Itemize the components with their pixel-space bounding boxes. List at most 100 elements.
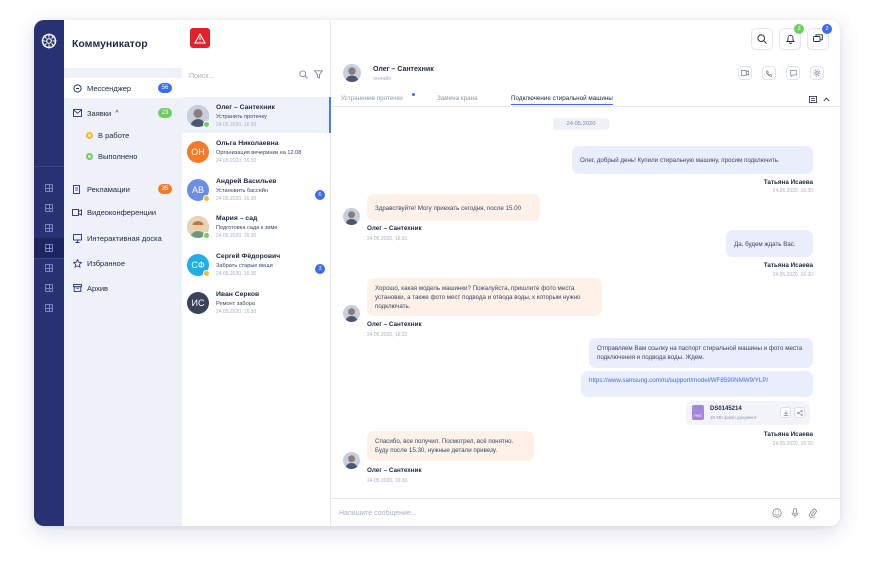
- nav-label: Избранное: [87, 258, 126, 268]
- nav-label: Видеоконференции: [87, 207, 157, 217]
- nav-subitem-in-progress[interactable]: В работе: [64, 126, 182, 144]
- message-sender: Татьяна Исаева: [763, 431, 813, 438]
- nav-item-messenger[interactable]: Мессенджер 56: [64, 78, 182, 98]
- sender-avatar: [343, 452, 360, 469]
- rail-app-7[interactable]: [34, 298, 64, 318]
- requests-count-badge: 23: [158, 108, 172, 118]
- chat-item[interactable]: Олег – Сантехник Устранить протечку 24.0…: [182, 97, 331, 133]
- nav-header: Коммуникатор: [64, 20, 182, 68]
- status-dot-icon: [86, 152, 93, 160]
- message-input[interactable]: [339, 507, 739, 520]
- grid-icon: [45, 304, 53, 312]
- message-square-icon: [789, 69, 797, 77]
- voice-call-button[interactable]: [762, 66, 776, 80]
- nav-label: Выполнено: [98, 151, 138, 161]
- messages-button[interactable]: 2: [807, 24, 832, 50]
- nav-label: Заявки: [87, 108, 112, 118]
- notifications-button[interactable]: 3: [779, 24, 804, 50]
- phone-icon: [765, 69, 772, 77]
- share-button[interactable]: [794, 407, 805, 418]
- mail-icon: [72, 108, 82, 118]
- bell-icon: [785, 34, 795, 44]
- message-sender: Олег – Сантехник: [367, 225, 422, 232]
- nav-item-complaints[interactable]: Рекламации 35: [64, 179, 182, 199]
- logo-icon[interactable]: [40, 32, 58, 50]
- message-time: 24.05.2020, 16:30: [772, 272, 813, 278]
- date-separator: 24.05.2020: [553, 118, 609, 130]
- message-link[interactable]: https://www.samsung.com/ru/support/model…: [581, 371, 813, 397]
- search-icon[interactable]: [299, 70, 308, 79]
- conversation-header: 3 2 Олег – Сантехник онлайн: [331, 20, 840, 92]
- global-search-button[interactable]: [751, 28, 773, 50]
- away-status-dot: [203, 195, 210, 202]
- chat-list-panel: Поиск... Олег – Сантехник Устранить прот…: [182, 20, 331, 526]
- message-sender: Олег – Сантехник: [367, 321, 422, 328]
- message-bubble-outgoing: Отправляем Вам ссылку на паспорт стираль…: [589, 338, 813, 368]
- rail-app-communicator[interactable]: [34, 238, 64, 258]
- share-icon: [796, 409, 803, 416]
- nav-item-favorites[interactable]: Избранное: [64, 253, 182, 273]
- tab-washing-machine[interactable]: Подключение стиральной машины: [511, 95, 613, 105]
- chat-name: Олег – Сантехник: [216, 104, 275, 111]
- message-sender: Олег – Сантехник: [367, 467, 422, 474]
- nav-item-archive[interactable]: Архив: [64, 278, 182, 298]
- avatar: СФ: [187, 254, 210, 277]
- rail-app-2[interactable]: [34, 198, 64, 218]
- attach-file-button[interactable]: [807, 507, 819, 519]
- rail-app-3[interactable]: [34, 218, 64, 238]
- image-file-icon: PNG: [692, 405, 704, 420]
- message-bubble-incoming: Спасибо, все получил. Посмотрел, всё пон…: [367, 431, 534, 461]
- emoji-button[interactable]: [771, 507, 783, 519]
- chat-name: Иван Серков: [216, 291, 260, 298]
- whiteboard-icon: [72, 233, 82, 243]
- chat-item[interactable]: ИС Иван Серков Ремонт забора 24.05.2020,…: [182, 290, 331, 326]
- chat-time: 24.05.2020, 16:30: [216, 271, 257, 277]
- tab-tap-replacement[interactable]: Замена крана: [437, 95, 478, 102]
- nav-subitem-done[interactable]: Выполнено: [64, 147, 182, 165]
- document-icon: [72, 184, 82, 194]
- online-status-dot: [203, 232, 210, 239]
- conversation-tabs: Устранение протечки Замена крана Подключ…: [331, 93, 840, 107]
- chat-item[interactable]: Мария – сад Подготовка сада к зиме 24.05…: [182, 214, 331, 250]
- rail-app-6[interactable]: [34, 278, 64, 298]
- grid-icon: [45, 184, 53, 192]
- download-button[interactable]: [780, 407, 791, 418]
- away-status-dot: [203, 270, 210, 277]
- file-name: DS0145214: [710, 406, 742, 412]
- chat-subject: Забрать старые вещи: [216, 263, 273, 269]
- peer-avatar: [343, 64, 361, 82]
- rail-app-1[interactable]: [34, 178, 64, 198]
- chat-item[interactable]: АВ Андрей Васильев Установить бассейн 24…: [182, 177, 331, 213]
- nav-item-video[interactable]: Видеоконференции: [64, 202, 182, 222]
- settings-button[interactable]: [810, 66, 824, 80]
- tab-leak-repair[interactable]: Устранение протечки: [341, 95, 403, 102]
- download-icon: [783, 410, 788, 416]
- icon-rail: [34, 20, 64, 526]
- chat-item[interactable]: ОН Ольга Николаевна Организация вечеринк…: [182, 139, 331, 175]
- rail-divider: [34, 258, 64, 259]
- chat-time: 24.05.2020, 16:30: [216, 196, 257, 202]
- filter-icon[interactable]: [314, 70, 323, 79]
- alert-button[interactable]: [190, 28, 210, 48]
- tasks-list-icon[interactable]: [809, 96, 817, 103]
- message-bubble-incoming: Хорошо, какая модель машинки? Пожалуйста…: [367, 278, 602, 316]
- grid-icon: [45, 204, 53, 212]
- rail-app-5[interactable]: [34, 258, 64, 278]
- app-title: Коммуникатор: [72, 38, 148, 50]
- chat-subject: Организация вечеринки на 12.08: [216, 150, 302, 156]
- chat-subject: Установить бассейн: [216, 188, 269, 194]
- chevron-up-icon[interactable]: [823, 97, 830, 102]
- avatar-initials: АВ: [191, 185, 204, 195]
- chevron-up-icon[interactable]: ^: [115, 110, 118, 117]
- video-call-button[interactable]: [738, 66, 752, 80]
- nav-item-board[interactable]: Интерактивная доска: [64, 228, 182, 248]
- nav-item-requests[interactable]: Заявки ^ 23: [64, 103, 182, 123]
- tab-unread-dot: [412, 93, 415, 96]
- grid-icon: [45, 224, 53, 232]
- message-time: 24.05.2020, 16:32: [367, 332, 408, 338]
- chat-item[interactable]: СФ Сергей Фёдорович Забрать старые вещи …: [182, 252, 331, 288]
- search-input[interactable]: Поиск...: [189, 73, 214, 80]
- file-attachment[interactable]: PNG DS0145214 10 Mb файл документ: [686, 401, 810, 425]
- conversation-info-button[interactable]: [786, 66, 800, 80]
- voice-message-button[interactable]: [789, 507, 801, 519]
